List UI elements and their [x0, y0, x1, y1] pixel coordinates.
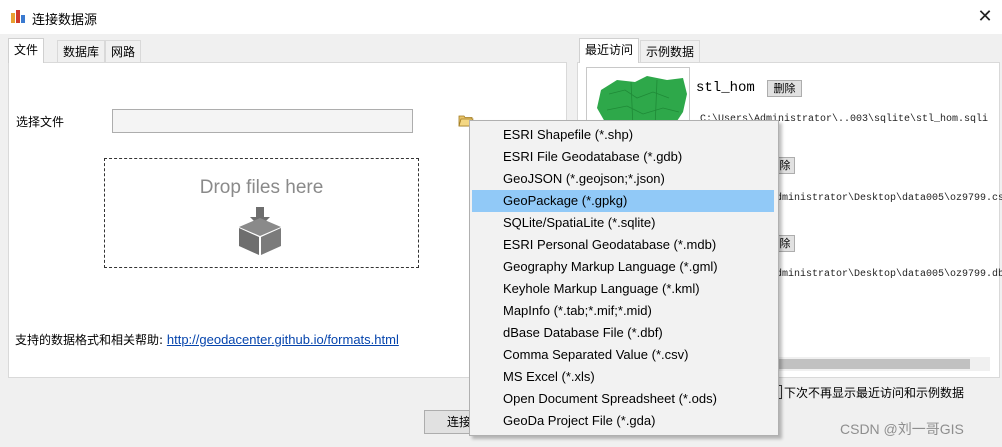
tab-recent[interactable]: 最近访问 — [579, 38, 640, 63]
tab-web[interactable]: 网路 — [105, 40, 142, 63]
menu-item-shapefile[interactable]: ESRI Shapefile (*.shp) — [472, 124, 774, 146]
title-bar — [0, 0, 1002, 34]
menu-item-geojson[interactable]: GeoJSON (*.geojson;*.json) — [472, 168, 774, 190]
help-prefix: 支持的数据格式和相关帮助: — [15, 333, 167, 347]
formats-help-link[interactable]: http://geodacenter.github.io/formats.htm… — [167, 332, 399, 347]
hide-recent-label: 下次不再显示最近访问和示例数据 — [784, 386, 965, 400]
menu-item-geopackage[interactable]: GeoPackage (*.gpkg) — [472, 190, 774, 212]
file-path-input[interactable] — [112, 109, 413, 133]
tab-sample-data[interactable]: 示例数据 — [640, 40, 701, 63]
recent-item-delete-button[interactable]: 删除 — [767, 80, 802, 97]
tab-file[interactable]: 文件 — [8, 38, 45, 63]
menu-item-gda[interactable]: GeoDa Project File (*.gda) — [472, 410, 774, 432]
watermark: CSDN @刘一哥GIS — [840, 421, 964, 437]
download-box-icon — [239, 207, 281, 255]
recent-item-name[interactable]: stl_hom — [696, 80, 755, 96]
menu-item-file-geodatabase[interactable]: ESRI File Geodatabase (*.gdb) — [472, 146, 774, 168]
menu-item-kml[interactable]: Keyhole Markup Language (*.kml) — [472, 278, 774, 300]
close-button[interactable]: ✕ — [972, 4, 998, 30]
menu-item-mapinfo[interactable]: MapInfo (*.tab;*.mif;*.mid) — [472, 300, 774, 322]
menu-item-gml[interactable]: Geography Markup Language (*.gml) — [472, 256, 774, 278]
drop-zone[interactable]: Drop files here — [104, 158, 419, 268]
drop-files-text: Drop files here — [199, 177, 324, 198]
tab-database[interactable]: 数据库 — [57, 40, 106, 63]
menu-item-dbf[interactable]: dBase Database File (*.dbf) — [472, 322, 774, 344]
recent-item-path: dministrator\Desktop\data005\oz9799.db — [776, 269, 1002, 280]
menu-item-personal-geodatabase[interactable]: ESRI Personal Geodatabase (*.mdb) — [472, 234, 774, 256]
recent-item-path: dministrator\Desktop\data005\oz9799.cs — [776, 193, 1002, 204]
file-type-menu: ESRI Shapefile (*.shp) ESRI File Geodata… — [469, 120, 779, 436]
menu-item-xls[interactable]: MS Excel (*.xls) — [472, 366, 774, 388]
window-title: 连接数据源 — [32, 13, 98, 28]
menu-item-csv[interactable]: Comma Separated Value (*.csv) — [472, 344, 774, 366]
help-line: 支持的数据格式和相关帮助: http://geodacenter.github.… — [15, 331, 399, 348]
menu-item-ods[interactable]: Open Document Spreadsheet (*.ods) — [472, 388, 774, 410]
menu-item-sqlite[interactable]: SQLite/SpatiaLite (*.sqlite) — [472, 212, 774, 234]
geoda-app-icon — [11, 10, 25, 23]
select-file-label: 选择文件 — [16, 115, 65, 129]
